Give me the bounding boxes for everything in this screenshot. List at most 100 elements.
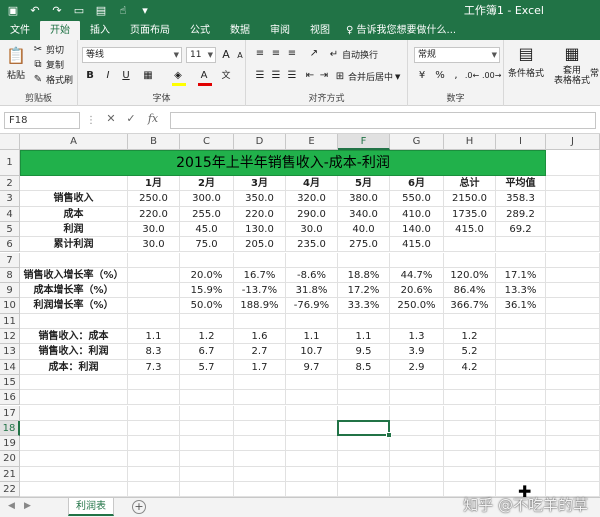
value-cell[interactable] bbox=[496, 344, 546, 360]
currency-icon[interactable]: ¥ bbox=[414, 68, 430, 84]
row-header-11[interactable]: 11 bbox=[0, 313, 20, 329]
grid-cell[interactable] bbox=[444, 405, 496, 421]
value-cell[interactable]: 50.0% bbox=[180, 298, 234, 314]
grid-cell[interactable] bbox=[444, 374, 496, 391]
row-header-21[interactable]: 21 bbox=[0, 466, 20, 482]
grid-cell[interactable] bbox=[546, 436, 600, 452]
value-cell[interactable]: -76.9% bbox=[286, 298, 338, 314]
grid-cell[interactable] bbox=[128, 374, 180, 391]
value-cell[interactable]: 415.0 bbox=[444, 221, 496, 238]
tab-insert[interactable]: 插入 bbox=[80, 21, 120, 40]
grid-cell[interactable] bbox=[546, 313, 600, 329]
grid-cell[interactable] bbox=[546, 405, 600, 421]
align-center-icon[interactable]: ☰ bbox=[268, 68, 284, 84]
value-cell[interactable]: 4.2 bbox=[444, 359, 496, 375]
grid-cell[interactable] bbox=[20, 482, 128, 497]
grid-cell[interactable] bbox=[546, 283, 600, 299]
merge-center-button[interactable]: ⊞ 合并后居中 ▼ bbox=[334, 70, 401, 84]
grid-cell[interactable] bbox=[338, 405, 390, 421]
italic-button[interactable]: I bbox=[100, 68, 116, 84]
row-header-6[interactable]: 6 bbox=[0, 237, 20, 253]
value-cell[interactable]: 30.0 bbox=[128, 221, 180, 238]
grid-cell[interactable] bbox=[390, 313, 444, 329]
column-header-d[interactable]: D bbox=[234, 134, 286, 150]
grid-cell[interactable] bbox=[444, 390, 496, 406]
value-cell[interactable]: 340.0 bbox=[338, 206, 390, 222]
value-cell[interactable]: 290.0 bbox=[286, 206, 338, 222]
cell-styles-button[interactable]: 常 bbox=[590, 66, 599, 79]
grid-cell[interactable] bbox=[20, 420, 128, 437]
grid-cell[interactable] bbox=[338, 466, 390, 482]
value-cell[interactable]: 350.0 bbox=[234, 191, 286, 207]
value-cell[interactable] bbox=[496, 359, 546, 375]
grid-cell[interactable] bbox=[286, 420, 338, 437]
value-cell[interactable]: 1.2 bbox=[444, 329, 496, 345]
conditional-format-button[interactable]: ▤ 条件格式 bbox=[508, 44, 544, 79]
header-cell[interactable]: 4月 bbox=[286, 176, 338, 192]
value-cell[interactable]: 16.7% bbox=[234, 267, 286, 284]
grid-cell[interactable] bbox=[20, 451, 128, 467]
increase-indent-icon[interactable]: ⇥ bbox=[316, 68, 332, 84]
value-cell[interactable]: 36.1% bbox=[496, 298, 546, 314]
grid-cell[interactable] bbox=[286, 374, 338, 391]
tab-data[interactable]: 数据 bbox=[220, 21, 260, 40]
grid-cell[interactable] bbox=[234, 405, 286, 421]
header-cell[interactable]: 平均值 bbox=[496, 176, 546, 192]
row-header-1[interactable]: 1 bbox=[0, 150, 20, 176]
tell-me-box[interactable]: ♀ 告诉我您想要做什么... bbox=[346, 21, 456, 40]
grid-cell[interactable] bbox=[444, 313, 496, 329]
grid-cell[interactable] bbox=[546, 150, 600, 176]
row-label-cell[interactable]: 销售收入增长率（%） bbox=[20, 267, 128, 284]
grid-cell[interactable] bbox=[546, 374, 600, 391]
header-cell[interactable]: 总计 bbox=[444, 176, 496, 192]
value-cell[interactable]: -8.6% bbox=[286, 267, 338, 284]
row-header-12[interactable]: 12 bbox=[0, 329, 20, 345]
value-cell[interactable]: 15.9% bbox=[180, 283, 234, 299]
row-header-4[interactable]: 4 bbox=[0, 206, 20, 222]
value-cell[interactable]: 366.7% bbox=[444, 298, 496, 314]
grid-cell[interactable] bbox=[234, 466, 286, 482]
grid-cell[interactable] bbox=[444, 451, 496, 467]
row-header-15[interactable]: 15 bbox=[0, 374, 20, 391]
grid-cell[interactable] bbox=[444, 466, 496, 482]
value-cell[interactable]: 6.7 bbox=[180, 344, 234, 360]
grid-cell[interactable] bbox=[180, 466, 234, 482]
tab-review[interactable]: 审阅 bbox=[260, 21, 300, 40]
value-cell[interactable] bbox=[128, 267, 180, 284]
value-cell[interactable]: 17.1% bbox=[496, 267, 546, 284]
active-cell-selection[interactable] bbox=[337, 419, 392, 439]
grid-cell[interactable] bbox=[444, 436, 496, 452]
align-right-icon[interactable]: ☰ bbox=[284, 68, 300, 84]
grid-cell[interactable] bbox=[546, 237, 600, 253]
grid-cell[interactable] bbox=[546, 390, 600, 406]
row-header-2[interactable]: 2 bbox=[0, 176, 20, 192]
value-cell[interactable]: 1.1 bbox=[128, 329, 180, 345]
grid-cell[interactable] bbox=[128, 252, 180, 268]
row-header-14[interactable]: 14 bbox=[0, 359, 20, 375]
column-header-c[interactable]: C bbox=[180, 134, 234, 150]
font-color-button[interactable]: A bbox=[196, 68, 212, 84]
grid-cell[interactable] bbox=[128, 390, 180, 406]
grid-cell[interactable] bbox=[20, 466, 128, 482]
value-cell[interactable]: 1.6 bbox=[234, 329, 286, 345]
value-cell[interactable]: 250.0% bbox=[390, 298, 444, 314]
value-cell[interactable]: 86.4% bbox=[444, 283, 496, 299]
header-cell[interactable]: 2月 bbox=[180, 176, 234, 192]
value-cell[interactable]: 380.0 bbox=[338, 191, 390, 207]
value-cell[interactable]: 1.3 bbox=[390, 329, 444, 345]
value-cell[interactable]: 30.0 bbox=[286, 221, 338, 238]
grid-cell[interactable] bbox=[496, 252, 546, 268]
grid-cell[interactable] bbox=[338, 436, 390, 452]
grid-cell[interactable] bbox=[20, 313, 128, 329]
grid-cell[interactable] bbox=[546, 221, 600, 238]
fx-icon[interactable]: fx bbox=[146, 112, 160, 125]
value-cell[interactable] bbox=[496, 237, 546, 253]
grid-cell[interactable] bbox=[234, 252, 286, 268]
tab-file[interactable]: 文件 bbox=[0, 21, 40, 40]
underline-button[interactable]: U bbox=[118, 68, 134, 84]
grid-cell[interactable] bbox=[444, 252, 496, 268]
value-cell[interactable] bbox=[496, 329, 546, 345]
paste-button[interactable]: 📋 粘贴 bbox=[6, 46, 26, 81]
value-cell[interactable]: 31.8% bbox=[286, 283, 338, 299]
grid-cell[interactable] bbox=[390, 405, 444, 421]
